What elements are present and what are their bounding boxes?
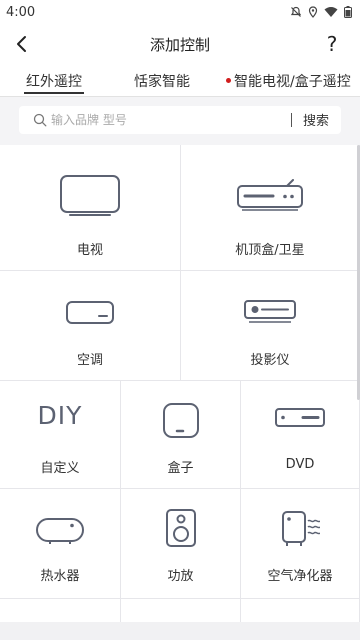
amplifier-icon: [165, 509, 196, 547]
projector-icon: [244, 300, 296, 323]
notifications-off-icon: [290, 6, 302, 17]
device-projector[interactable]: 投影仪: [181, 271, 360, 381]
device-amplifier[interactable]: 功放: [121, 489, 241, 599]
search-separator: [291, 113, 292, 127]
status-time: 4:00: [6, 4, 36, 20]
search-bar: 搜索: [0, 97, 360, 145]
page-title: 添加控制: [149, 35, 210, 54]
diy-icon: DIY: [37, 401, 83, 430]
tab-tiqiaa-smart-label: 恬家智能: [134, 74, 190, 90]
location-icon: [308, 6, 318, 18]
device-dvd[interactable]: DVD: [241, 381, 360, 489]
search-icon: [33, 113, 47, 127]
device-air-conditioner[interactable]: 空调: [0, 271, 181, 381]
search-box: 搜索: [19, 106, 341, 134]
air-purifier-icon: [282, 511, 320, 546]
dvd-icon: [275, 408, 325, 427]
app-bar: 添加控制 ?: [0, 24, 360, 64]
device-custom[interactable]: DIY 自定义: [0, 381, 121, 489]
device-water-heater-label: 热水器: [40, 569, 80, 584]
tv-icon: [60, 175, 120, 216]
tab-infrared-label: 红外遥控: [26, 74, 82, 90]
tab-bar: 红外遥控 恬家智能 智能电视/盒子遥控: [0, 66, 360, 96]
device-grid: 电视 机顶盒/卫星 空调 投影仪 DIY 自定义 盒子 DVD 热水器 功放 空…: [0, 145, 360, 640]
device-amplifier-label: 功放: [167, 569, 194, 584]
device-custom-label: 自定义: [40, 461, 80, 476]
tab-infrared[interactable]: 红外遥控: [24, 66, 84, 96]
device-projector-label: 投影仪: [250, 353, 290, 368]
back-button[interactable]: [6, 28, 38, 60]
device-dvd-label: DVD: [285, 457, 315, 472]
device-tv-label: 电视: [76, 243, 103, 258]
device-box[interactable]: 盒子: [121, 381, 241, 489]
tab-smart-tv-box[interactable]: 智能电视/盒子遥控: [226, 66, 351, 96]
device-air-purifier-label: 空气净化器: [267, 569, 333, 584]
water-heater-icon: [36, 518, 84, 544]
new-badge-dot: [226, 77, 231, 83]
set-top-box-icon: [237, 179, 303, 211]
device-set-top-box-label: 机顶盒/卫星: [235, 243, 305, 258]
status-bar: 4:00: [0, 0, 360, 24]
device-tv[interactable]: 电视: [0, 145, 181, 271]
box-icon: [162, 403, 199, 438]
battery-icon: [344, 6, 352, 18]
device-set-top-box[interactable]: 机顶盒/卫星: [181, 145, 360, 271]
device-air-purifier[interactable]: 空气净化器: [241, 489, 360, 599]
wifi-icon: [324, 7, 338, 17]
search-button[interactable]: 搜索: [303, 110, 329, 129]
search-input[interactable]: [51, 113, 271, 127]
air-conditioner-icon: [66, 301, 114, 324]
device-box-label: 盒子: [167, 461, 194, 476]
help-button[interactable]: ?: [316, 28, 348, 60]
back-arrow-icon: [17, 36, 26, 52]
tab-tiqiaa-smart[interactable]: 恬家智能: [134, 66, 190, 96]
bottom-bar: [0, 622, 360, 640]
device-air-conditioner-label: 空调: [76, 353, 103, 368]
device-water-heater[interactable]: 热水器: [0, 489, 121, 599]
tab-smart-tv-box-label: 智能电视/盒子遥控: [234, 74, 351, 90]
